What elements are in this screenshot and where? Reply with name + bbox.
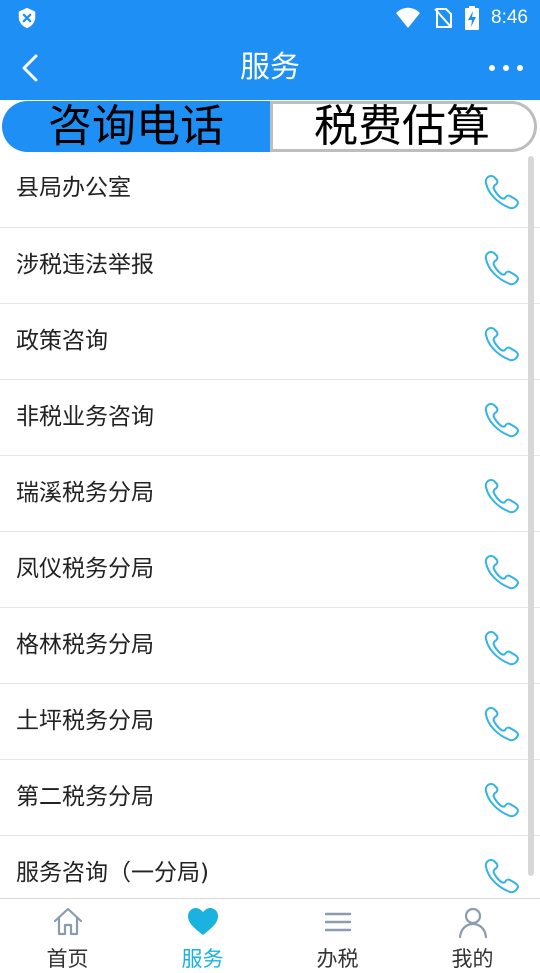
list-item[interactable]: 土坪税务分局 bbox=[0, 684, 540, 760]
heart-icon bbox=[187, 908, 218, 935]
phone-icon[interactable] bbox=[482, 704, 522, 744]
home-icon bbox=[53, 907, 82, 936]
status-icons: 8:46 bbox=[395, 0, 528, 36]
phone-icon[interactable] bbox=[482, 476, 522, 516]
nav-service[interactable]: 服务 bbox=[135, 899, 270, 971]
tab-tax-estimate[interactable]: 税费估算 bbox=[270, 101, 537, 152]
contact-name: 非税业务咨询 bbox=[16, 404, 154, 430]
no-sim-icon bbox=[434, 8, 453, 28]
battery-charging-icon bbox=[465, 6, 480, 30]
segmented-tabs: 咨询电话 税费估算 bbox=[0, 100, 540, 154]
nav-service-label: 服务 bbox=[181, 947, 224, 971]
contact-name: 服务咨询（一分局) bbox=[16, 860, 209, 886]
list-item[interactable]: 瑞溪税务分局 bbox=[0, 456, 540, 532]
nav-tax-label: 办税 bbox=[316, 947, 359, 971]
phone-icon[interactable] bbox=[482, 324, 522, 364]
list-item[interactable]: 非税业务咨询 bbox=[0, 380, 540, 456]
tab-consult-phone[interactable]: 咨询电话 bbox=[2, 101, 270, 152]
phone-icon[interactable] bbox=[482, 780, 522, 820]
list-item[interactable]: 服务咨询（一分局) bbox=[0, 836, 540, 898]
phone-icon[interactable] bbox=[482, 552, 522, 592]
nav-mine[interactable]: 我的 bbox=[405, 899, 540, 971]
contact-list: 县局办公室 涉税违法举报 政策咨询 非税业务咨询 瑞溪税务分局 凤仪税务分局 格… bbox=[0, 152, 540, 898]
nav-mine-label: 我的 bbox=[451, 947, 494, 971]
contact-name: 格林税务分局 bbox=[16, 632, 154, 658]
phone-icon[interactable] bbox=[482, 400, 522, 440]
contact-name: 土坪税务分局 bbox=[16, 708, 154, 734]
user-icon bbox=[458, 907, 487, 939]
list-item[interactable]: 县局办公室 bbox=[0, 152, 540, 228]
contact-name: 凤仪税务分局 bbox=[16, 556, 154, 582]
list-item[interactable]: 凤仪税务分局 bbox=[0, 532, 540, 608]
nav-tax[interactable]: 办税 bbox=[270, 899, 405, 971]
list-item[interactable]: 涉税违法举报 bbox=[0, 228, 540, 304]
contact-name: 政策咨询 bbox=[16, 328, 108, 354]
list-scrollbar[interactable] bbox=[528, 156, 534, 876]
shield-icon bbox=[18, 7, 36, 29]
more-options-icon[interactable] bbox=[486, 50, 526, 86]
phone-icon[interactable] bbox=[482, 248, 522, 288]
nav-home[interactable]: 首页 bbox=[0, 899, 135, 971]
app-header: 服务 bbox=[0, 36, 540, 100]
contact-name: 瑞溪税务分局 bbox=[16, 480, 154, 506]
status-bar: 8:46 bbox=[0, 0, 540, 36]
bottom-navigation: 首页 服务 办税 我的 bbox=[0, 898, 540, 971]
list-item[interactable]: 政策咨询 bbox=[0, 304, 540, 380]
status-time: 8:46 bbox=[491, 7, 528, 28]
phone-icon[interactable] bbox=[482, 856, 522, 896]
contact-name: 县局办公室 bbox=[16, 175, 131, 201]
list-item[interactable]: 格林税务分局 bbox=[0, 608, 540, 684]
wifi-icon bbox=[396, 7, 421, 28]
nav-home-label: 首页 bbox=[46, 947, 89, 971]
phone-icon[interactable] bbox=[482, 628, 522, 668]
contact-name: 涉税违法举报 bbox=[16, 252, 154, 278]
list-item[interactable]: 第二税务分局 bbox=[0, 760, 540, 836]
tab-divider bbox=[270, 101, 273, 152]
contact-name: 第二税务分局 bbox=[16, 784, 154, 810]
phone-icon[interactable] bbox=[482, 172, 522, 212]
menu-icon bbox=[324, 912, 351, 932]
page-title: 服务 bbox=[240, 50, 300, 85]
